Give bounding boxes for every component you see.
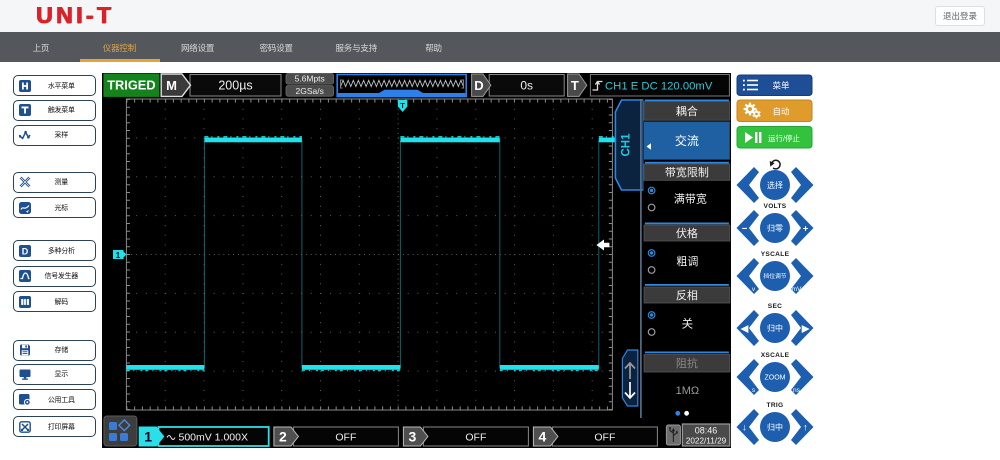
svg-text:M: M	[166, 78, 177, 93]
svg-text:自动: 自动	[772, 106, 790, 116]
svg-text:挡位调节: 挡位调节	[763, 272, 786, 280]
svg-text:08:46: 08:46	[694, 426, 717, 436]
svg-text:ZOOM: ZOOM	[765, 375, 786, 382]
svg-text:2GSa/s: 2GSa/s	[295, 86, 323, 96]
svg-text:运行/停止: 运行/停止	[768, 133, 801, 143]
svg-text:500mV 1.000X: 500mV 1.000X	[178, 432, 247, 444]
svg-text:反相: 反相	[675, 289, 697, 302]
svg-text:T: T	[570, 78, 578, 93]
svg-text:YSCALE: YSCALE	[761, 251, 790, 258]
svg-text:200µs: 200µs	[218, 79, 252, 93]
svg-text:OFF: OFF	[465, 432, 486, 444]
svg-text:满带宽: 满带宽	[673, 192, 706, 206]
svg-text:VOLTS: VOLTS	[764, 203, 787, 210]
svg-text:CH1: CH1	[620, 133, 632, 157]
svg-text:阻抗: 阻抗	[675, 356, 697, 370]
svg-text:CH1 E DC 120.00mV: CH1 E DC 120.00mV	[605, 80, 713, 92]
svg-text:1MΩ: 1MΩ	[675, 385, 699, 397]
svg-text:2: 2	[279, 428, 287, 444]
svg-text:选择: 选择	[767, 180, 783, 190]
svg-text:XSCALE: XSCALE	[761, 352, 790, 359]
svg-text:↓: ↓	[742, 422, 747, 433]
svg-text:归中: 归中	[767, 422, 783, 432]
svg-text:OFF: OFF	[335, 432, 356, 444]
svg-text:D: D	[21, 246, 28, 256]
svg-text:◀: ◀	[740, 323, 749, 334]
svg-text:D: D	[474, 78, 483, 93]
svg-text:3: 3	[408, 428, 416, 444]
svg-text:SEC: SEC	[768, 303, 782, 310]
svg-text:耦合: 耦合	[675, 104, 697, 118]
svg-text:+: +	[803, 223, 809, 234]
svg-text:−: −	[742, 223, 748, 234]
svg-text:TRIGED: TRIGED	[107, 78, 155, 93]
svg-text:关: 关	[681, 317, 693, 331]
svg-text:粗调: 粗调	[676, 255, 698, 268]
svg-text:归中: 归中	[767, 323, 783, 333]
svg-text:TRIG: TRIG	[767, 402, 784, 409]
svg-text:4: 4	[538, 428, 546, 444]
svg-text:带宽限制: 带宽限制	[664, 165, 708, 179]
svg-text:5.6Mpts: 5.6Mpts	[294, 74, 324, 84]
svg-text:ns: ns	[793, 387, 801, 394]
svg-text:0s: 0s	[520, 79, 533, 93]
svg-text:菜单: 菜单	[772, 81, 790, 91]
svg-text:归零: 归零	[767, 223, 783, 233]
svg-text:2022/11/29: 2022/11/29	[685, 436, 726, 445]
svg-text:mV: mV	[792, 286, 802, 293]
svg-text:OFF: OFF	[594, 432, 615, 444]
svg-text:T: T	[400, 101, 405, 110]
svg-text:交流: 交流	[674, 133, 698, 148]
svg-text:1: 1	[115, 250, 120, 260]
svg-text:1: 1	[144, 428, 152, 444]
svg-text:↑: ↑	[803, 422, 808, 433]
svg-text:伏格: 伏格	[675, 226, 697, 240]
